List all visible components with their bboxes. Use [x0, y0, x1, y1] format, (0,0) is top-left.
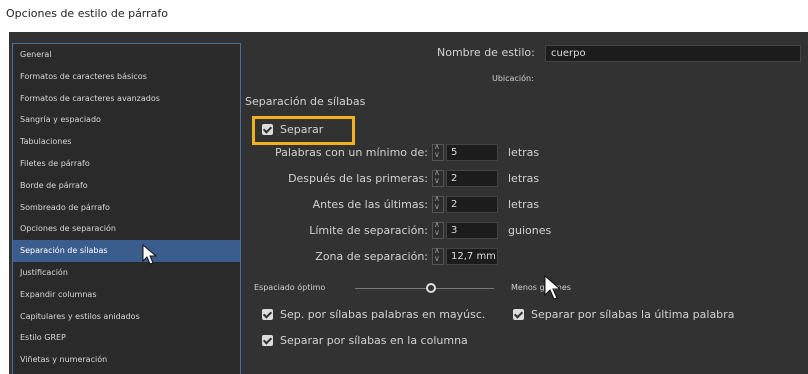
hyphen-zone-stepper[interactable]	[432, 246, 444, 265]
after-first-input[interactable]: 2	[446, 170, 498, 187]
sidebar-item-general[interactable]: General	[13, 44, 240, 66]
after-first-unit: letras	[508, 172, 540, 185]
sidebar-item-hyphenation[interactable]: Separación de sílabas	[13, 240, 240, 265]
hyphen-limit-label: Límite de separación:	[309, 224, 428, 237]
last-word-hyphenate-label: Separar por sílabas la última palabra	[531, 308, 735, 321]
sidebar-item-paragraph-rules[interactable]: Filetes de párrafo	[13, 153, 240, 175]
separar-label: Separar	[280, 123, 324, 136]
hyphen-zone-label: Zona de separación:	[315, 250, 428, 263]
sidebar-item-tabs[interactable]: Tabulaciones	[13, 131, 240, 153]
hyphen-zone-input[interactable]: 12,7 mm	[446, 248, 498, 265]
sidebar-item-grep-style[interactable]: Estilo GREP	[13, 327, 240, 349]
before-last-label: Antes de las últimas:	[312, 198, 428, 211]
sidebar-item-drop-caps[interactable]: Capitulares y estilos anidados	[13, 306, 240, 328]
sidebar-item-label: Separación de sílabas	[20, 246, 108, 256]
separar-checkbox[interactable]	[262, 124, 273, 135]
min-word-length-unit: letras	[508, 146, 540, 159]
sidebar-item-advanced-char-formats[interactable]: Formatos de caracteres avanzados	[13, 88, 240, 110]
category-sidebar: General Formatos de caracteres básicos F…	[12, 43, 241, 374]
sidebar-item-justification[interactable]: Justificación	[13, 262, 240, 284]
sidebar-item-paragraph-shading[interactable]: Sombreado de párrafo	[13, 197, 240, 219]
caps-hyphenate-label: Sep. por sílabas palabras en mayúsc.	[280, 308, 486, 321]
min-word-length-label: Palabras con un mínimo de:	[274, 146, 428, 159]
min-word-length-stepper[interactable]	[432, 142, 444, 161]
last-word-hyphenate-checkbox[interactable]	[513, 309, 524, 320]
hyphen-limit-stepper[interactable]	[432, 220, 444, 239]
sidebar-item-bullets-numbering[interactable]: Viñetas y numeración	[13, 349, 240, 371]
mouse-pointer-icon	[544, 275, 562, 300]
column-hyphenate-checkbox[interactable]	[262, 335, 273, 346]
after-first-label: Después de las primeras:	[288, 172, 428, 185]
spacing-slider-knob[interactable]	[426, 283, 436, 293]
before-last-stepper[interactable]	[432, 194, 444, 213]
location-label: Ubicación:	[492, 74, 534, 83]
style-name-label: Nombre de estilo:	[437, 46, 535, 59]
sidebar-item-span-columns[interactable]: Expandir columnas	[13, 284, 240, 306]
sidebar-item-indents-spacing[interactable]: Sangría y espaciado	[13, 109, 240, 131]
sidebar-item-keep-options[interactable]: Opciones de separación	[13, 218, 240, 240]
min-word-length-input[interactable]: 5	[446, 144, 498, 161]
spacing-slider-track[interactable]	[355, 288, 494, 289]
hyphen-limit-unit: guiones	[508, 224, 552, 237]
before-last-unit: letras	[508, 198, 540, 211]
after-first-stepper[interactable]	[432, 168, 444, 187]
caps-hyphenate-checkbox[interactable]	[262, 309, 273, 320]
column-hyphenate-label: Separar por sílabas en la columna	[280, 334, 468, 347]
window-title: Opciones de estilo de párrafo	[6, 7, 169, 20]
section-title: Separación de sílabas	[245, 95, 366, 108]
sidebar-item-basic-char-formats[interactable]: Formatos de caracteres básicos	[13, 66, 240, 88]
before-last-input[interactable]: 2	[446, 196, 498, 213]
hyphen-limit-input[interactable]: 3	[446, 222, 498, 239]
slider-left-label: Espaciado óptimo	[254, 283, 326, 292]
sidebar-item-paragraph-border[interactable]: Borde de párrafo	[13, 175, 240, 197]
style-name-input[interactable]: cuerpo	[545, 45, 801, 62]
